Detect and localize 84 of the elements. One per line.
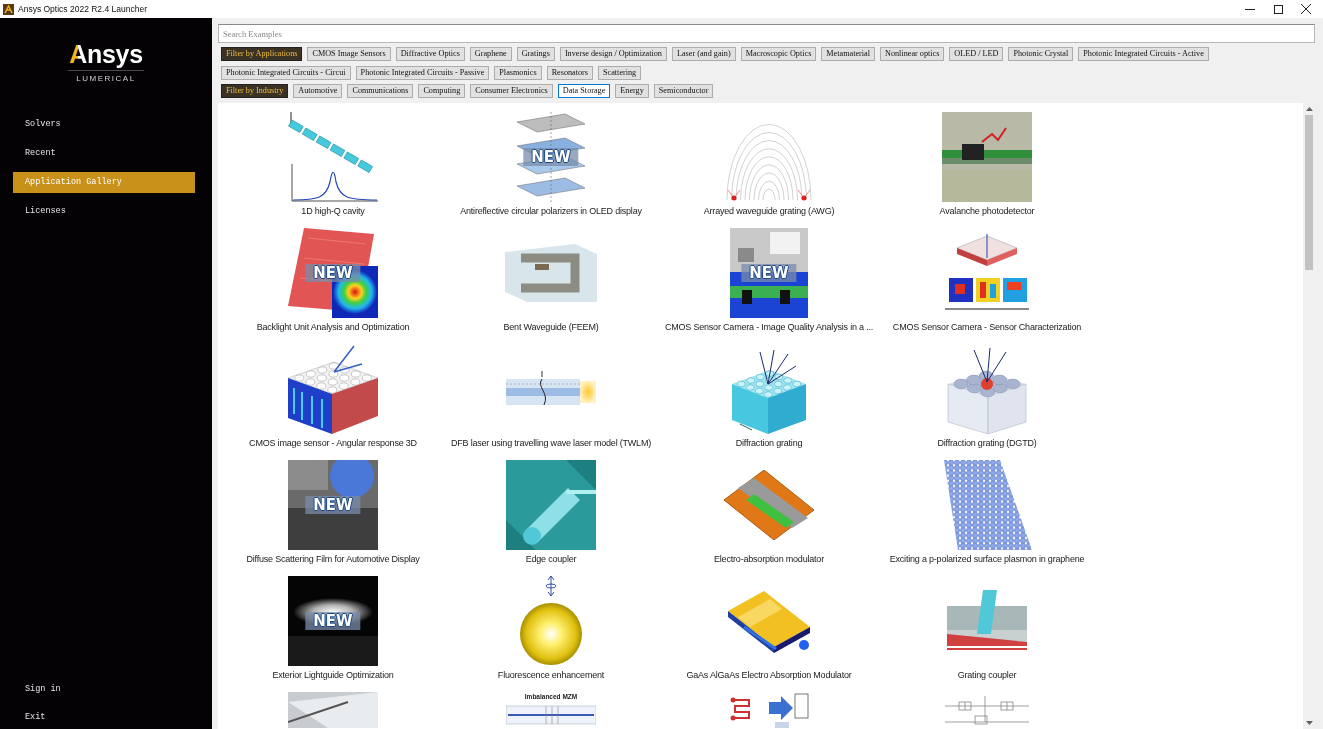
filter-button[interactable]: Energy bbox=[615, 84, 649, 98]
sidebar-link[interactable]: Sign in bbox=[0, 679, 61, 700]
filter-button[interactable]: Scattering bbox=[598, 66, 642, 80]
camera-scene-drawing[interactable] bbox=[730, 228, 808, 318]
example-title[interactable]: Backlight Unit Analysis and Optimization bbox=[256, 321, 410, 333]
sensor-heatmap-drawing[interactable] bbox=[945, 234, 1029, 312]
example-title[interactable]: Diffraction grating bbox=[735, 437, 803, 449]
filter-button[interactable]: CMOS Image Sensors bbox=[307, 47, 391, 61]
filter-button[interactable]: Laser (and gain) bbox=[671, 47, 736, 61]
fiber-coupler-drawing[interactable] bbox=[947, 590, 1027, 652]
filter-button[interactable]: Metamaterial bbox=[821, 47, 875, 61]
filter-button[interactable]: Photonic Integrated Circuits - Active bbox=[1078, 47, 1209, 61]
example-title[interactable]: 1D high-Q cavity bbox=[301, 205, 365, 217]
filter-button[interactable]: Macroscopic Optics bbox=[740, 47, 817, 61]
example-title[interactable]: Grating coupler bbox=[957, 669, 1017, 681]
sensor-block-drawing[interactable] bbox=[288, 344, 378, 434]
sidebar-link[interactable]: Exit bbox=[0, 707, 46, 728]
example-title[interactable]: CMOS Sensor Camera - Sensor Characterization bbox=[892, 321, 1082, 333]
backlight-panel-drawing[interactable] bbox=[288, 228, 378, 318]
example-title[interactable]: Bent Waveguide (FEEM) bbox=[503, 321, 599, 333]
filter-button[interactable]: Graphene bbox=[469, 47, 512, 61]
example-title[interactable]: Exterior Lightguide Optimization bbox=[272, 669, 394, 681]
filter-button[interactable]: OLED / LED bbox=[949, 47, 1004, 61]
filter-button[interactable]: Resonators bbox=[546, 66, 593, 80]
filter-button[interactable]: Computing bbox=[418, 84, 466, 98]
glow-drawing[interactable] bbox=[288, 576, 378, 666]
coupler-drawing[interactable] bbox=[506, 460, 596, 550]
filter-category-button[interactable]: Filter by Applications bbox=[221, 47, 303, 61]
example-title[interactable]: CMOS Sensor Camera - Image Quality Analysis in a ... bbox=[664, 321, 874, 333]
photo-placeholder[interactable] bbox=[288, 460, 378, 550]
scrollbar-thumb[interactable] bbox=[1305, 115, 1313, 270]
filter-button[interactable]: Semiconductor bbox=[653, 84, 714, 98]
new-badge: NEW bbox=[305, 264, 361, 282]
example-title[interactable]: Edge coupler bbox=[525, 553, 577, 565]
scroll-down-icon[interactable] bbox=[1305, 721, 1313, 725]
bent-waveguide-drawing[interactable] bbox=[505, 244, 597, 302]
example-title[interactable]: Diffraction grating (DGTD) bbox=[937, 437, 1037, 449]
filter-button[interactable]: Communications bbox=[347, 84, 414, 98]
filter-button[interactable]: Automotive bbox=[293, 84, 343, 98]
photo-placeholder[interactable] bbox=[288, 692, 378, 728]
logo-subtitle: LUMERICAL bbox=[76, 74, 136, 84]
block-diagram-drawing[interactable] bbox=[729, 692, 809, 728]
maximize-icon bbox=[1273, 4, 1283, 14]
example-title[interactable]: Fluorescence enhancement bbox=[497, 669, 605, 681]
new-badge: NEW bbox=[305, 612, 361, 630]
sidebar-item[interactable]: Solvers bbox=[13, 114, 195, 135]
sidebar-item[interactable]: Licenses bbox=[13, 201, 195, 222]
hexagon-sheet-drawing[interactable] bbox=[942, 460, 1032, 550]
minimize-icon bbox=[1245, 8, 1255, 10]
new-badge: NEW bbox=[305, 496, 361, 514]
filter-button[interactable]: Nonlinear optics bbox=[880, 47, 945, 61]
waveguide-diagram-drawing[interactable] bbox=[506, 702, 596, 726]
new-badge: NEW bbox=[523, 148, 579, 166]
filter-button[interactable]: Inverse design / Optimization bbox=[559, 47, 667, 61]
app-icon bbox=[3, 3, 14, 15]
example-title[interactable]: Diffuse Scattering Film for Automotive Display bbox=[246, 553, 420, 565]
scroll-up-icon[interactable] bbox=[1305, 107, 1313, 111]
filter-button[interactable]: Photonic Integrated Circuits - Circui bbox=[221, 66, 351, 80]
example-title[interactable]: Arrayed waveguide grating (AWG) bbox=[703, 205, 835, 217]
filter-button[interactable]: Plasmonics bbox=[494, 66, 542, 80]
example-title[interactable]: GaAs AlGaAs Electro Absorption Modulator bbox=[686, 669, 852, 681]
filter-button[interactable]: Consumer Electronics bbox=[470, 84, 553, 98]
close-icon bbox=[1301, 4, 1311, 14]
example-title[interactable]: Avalanche photodetector bbox=[939, 205, 1035, 217]
example-title[interactable]: DFB laser using travelling wave laser model (TWLM) bbox=[450, 437, 652, 449]
sidebar-item[interactable]: Recent bbox=[13, 143, 195, 164]
example-title[interactable]: Electro-absorption modulator bbox=[714, 553, 824, 565]
filter-category-button[interactable]: Filter by Industry bbox=[221, 84, 289, 98]
example-title[interactable]: Antireflective circular polarizers in OLED display bbox=[460, 205, 642, 217]
example-title[interactable]: CMOS image sensor - Angular response 3D bbox=[249, 437, 417, 449]
modulator-drawing[interactable] bbox=[724, 470, 814, 540]
filter-button[interactable]: Gratings bbox=[516, 47, 555, 61]
search-field[interactable]: Search Examples bbox=[218, 24, 1315, 43]
filter-button[interactable]: Diffractive Optics bbox=[395, 47, 465, 61]
new-badge: NEW bbox=[741, 264, 797, 282]
cavity-drawing[interactable] bbox=[288, 112, 378, 202]
example-title[interactable]: Exciting a p-polarized surface plasmon in graphene bbox=[889, 553, 1085, 565]
glowing-sphere-drawing[interactable] bbox=[519, 576, 583, 666]
window-title: Ansys Optics 2022 R2.4 Launcher bbox=[18, 4, 147, 14]
filter-button[interactable]: Photonic Integrated Circuits - Passive bbox=[355, 66, 490, 80]
filter-button[interactable]: Data Storage bbox=[557, 84, 611, 98]
logo-wordmark: Ansys bbox=[69, 41, 143, 68]
filter-button[interactable]: Photonic Crystal bbox=[1008, 47, 1074, 61]
photodetector-drawing[interactable] bbox=[942, 112, 1032, 202]
